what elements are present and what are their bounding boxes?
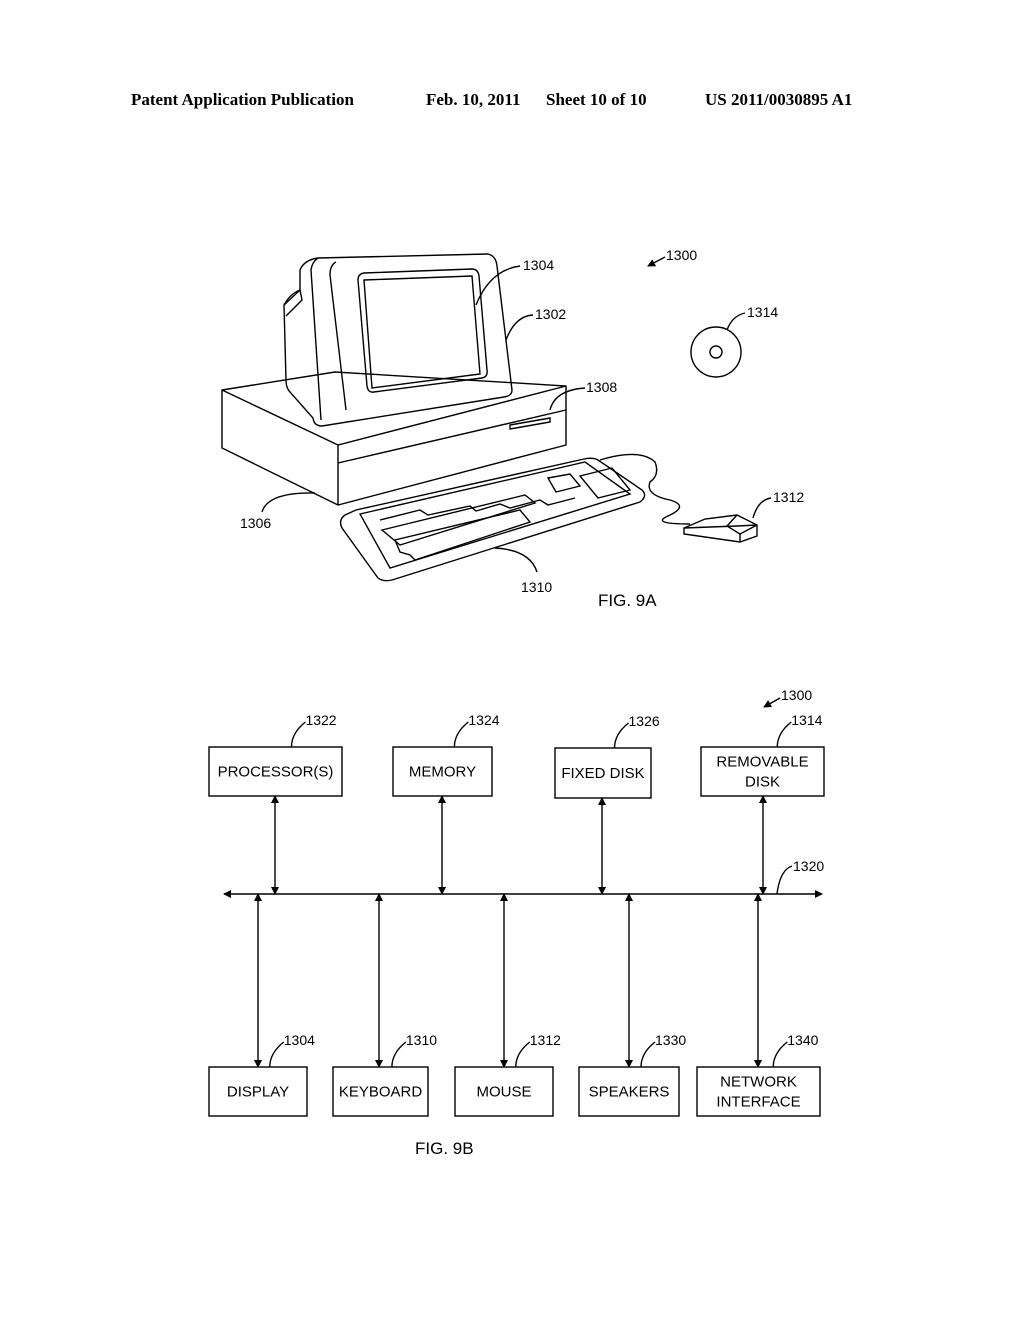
mouse-cable xyxy=(599,453,691,525)
ref-1314: 1314 xyxy=(747,304,778,320)
ref-number: 1304 xyxy=(284,1032,315,1048)
ref-number: 1322 xyxy=(305,712,336,728)
fig9b-system-ref: 1300 xyxy=(781,687,812,703)
ref-number: 1312 xyxy=(530,1032,561,1048)
bottom-box-mouse: MOUSE 1312 xyxy=(454,893,561,1117)
fig9a-annotations: 1304 1302 1308 1306 1310 1314 1312 1300 … xyxy=(240,247,804,610)
box-label: FIXED DISK xyxy=(561,765,644,782)
ref-number: 1314 xyxy=(791,712,822,728)
ref-1306: 1306 xyxy=(240,515,271,531)
ref-number: 1326 xyxy=(629,713,660,729)
figure-canvas: 1304 1302 1308 1306 1310 1314 1312 1300 … xyxy=(208,247,825,1158)
top-box-fixed-disk: FIXED DISK 1326 xyxy=(554,713,660,895)
ref-number: 1340 xyxy=(787,1032,818,1048)
fig9b-diagram: 1300 1320 PROCESSOR(S) 1322 MEMORY 1324 FIXE… xyxy=(208,687,825,1158)
ref-leader xyxy=(515,1041,531,1068)
box-label: MEMORY xyxy=(409,764,476,781)
top-box-memory: MEMORY 1324 xyxy=(392,712,500,895)
disk xyxy=(690,326,742,378)
bottom-box-speakers: SPEAKERS 1330 xyxy=(578,893,686,1117)
ref-leader xyxy=(776,721,792,748)
ref-leader xyxy=(269,1041,285,1068)
ref-leader xyxy=(453,721,469,748)
box-label: PROCESSOR(S) xyxy=(218,764,334,781)
ref-1300: 1300 xyxy=(666,247,697,263)
ref-number: 1330 xyxy=(655,1032,686,1048)
ref-leader xyxy=(613,722,629,749)
box-label: KEYBOARD xyxy=(339,1084,423,1101)
keyboard xyxy=(339,457,646,582)
top-box-processor-s: PROCESSOR(S) 1322 xyxy=(208,712,343,895)
ref-1302: 1302 xyxy=(535,306,566,322)
box-label: DISPLAY xyxy=(227,1084,289,1101)
mouse xyxy=(683,514,758,543)
ref-number: 1324 xyxy=(468,712,499,728)
ref-leader xyxy=(391,1041,407,1068)
bus-ref: 1320 xyxy=(793,858,824,874)
bottom-box-keyboard: KEYBOARD 1310 xyxy=(332,893,437,1117)
computer-illustration xyxy=(221,253,758,582)
box-label: MOUSE xyxy=(476,1084,531,1101)
ref-leader xyxy=(772,1041,788,1068)
ref-leader xyxy=(640,1041,656,1068)
fig9a-caption: FIG. 9A xyxy=(598,591,657,610)
box-label: SPEAKERS xyxy=(589,1084,670,1101)
ref-1304: 1304 xyxy=(523,257,554,273)
ref-number: 1310 xyxy=(406,1032,437,1048)
box-label: INTERFACE xyxy=(716,1094,800,1111)
ref-1308: 1308 xyxy=(586,379,617,395)
base-unit xyxy=(221,371,567,506)
ref-leader xyxy=(290,721,306,748)
ref-1310: 1310 xyxy=(521,579,552,595)
bottom-box-display: DISPLAY 1304 xyxy=(208,893,315,1117)
fig9b-caption: FIG. 9B xyxy=(415,1139,474,1158)
box-label: REMOVABLE xyxy=(716,754,808,771)
box-label: NETWORK xyxy=(720,1074,797,1091)
box-label: DISK xyxy=(745,774,780,791)
monitor xyxy=(283,253,513,427)
bottom-box-network-interface: NETWORK INTERFACE 1340 xyxy=(696,893,821,1117)
ref-1312: 1312 xyxy=(773,489,804,505)
